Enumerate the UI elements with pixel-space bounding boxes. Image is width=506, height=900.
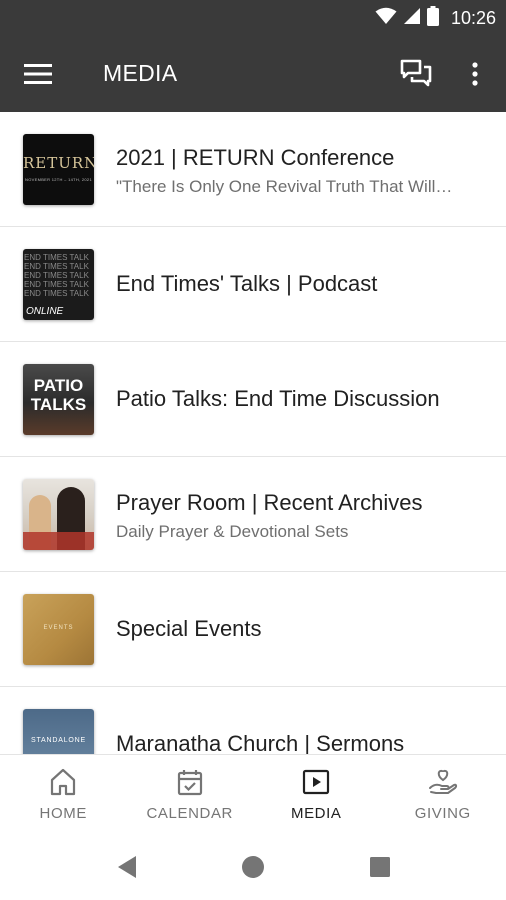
- signal-icon: [403, 7, 421, 30]
- media-item-subtitle: "There Is Only One Revival Truth That Wi…: [116, 177, 453, 196]
- media-item-special-events[interactable]: EVENTS Special Events: [0, 572, 506, 687]
- media-list: RETURN NOVEMBER 12TH – 14TH, 2021 2021 |…: [0, 112, 506, 754]
- tab-giving[interactable]: GIVING: [380, 755, 506, 834]
- page-title: MEDIA: [103, 60, 178, 86]
- tab-label: CALENDAR: [146, 805, 233, 822]
- media-item-title: Prayer Room | Recent Archives: [116, 490, 423, 515]
- home-icon: [48, 767, 78, 797]
- media-item-prayer-room[interactable]: Prayer Room | Recent Archives Daily Pray…: [0, 457, 506, 572]
- tab-label: GIVING: [414, 805, 471, 822]
- status-time: 10:26: [450, 7, 496, 28]
- media-item-title: Maranatha Church | Sermons: [116, 731, 405, 754]
- tab-media[interactable]: MEDIA: [253, 755, 380, 834]
- media-item-maranatha-sermons[interactable]: STANDALONE Maranatha Church | Sermons: [0, 687, 506, 754]
- media-thumbnail: EVENTS: [23, 594, 94, 665]
- media-item-patio-talks[interactable]: PATIO TALKS Patio Talks: End Time Discus…: [0, 342, 506, 457]
- more-vertical-icon: [472, 62, 478, 86]
- back-triangle-icon: [118, 856, 136, 878]
- system-recents-button[interactable]: [367, 854, 393, 880]
- status-bar: 10:26: [0, 0, 506, 36]
- media-thumbnail: END TIMES TALK END TIMES TALK END TIMES …: [23, 249, 94, 320]
- tab-home[interactable]: HOME: [0, 755, 127, 834]
- system-navigation-bar: [0, 834, 506, 900]
- giving-hand-heart-icon: [428, 767, 458, 797]
- wifi-icon: [375, 7, 397, 30]
- media-item-return-conference[interactable]: RETURN NOVEMBER 12TH – 14TH, 2021 2021 |…: [0, 112, 506, 227]
- status-icons: 10:26: [375, 0, 496, 36]
- tab-label: HOME: [39, 805, 87, 822]
- media-item-end-times-talks[interactable]: END TIMES TALK END TIMES TALK END TIMES …: [0, 227, 506, 342]
- more-options-button[interactable]: [462, 56, 488, 92]
- media-play-icon: [301, 767, 331, 797]
- media-thumbnail: STANDALONE: [23, 709, 94, 754]
- tab-label: MEDIA: [290, 805, 342, 822]
- chat-button[interactable]: [396, 56, 436, 92]
- media-item-title: End Times' Talks | Podcast: [116, 271, 378, 296]
- system-home-button[interactable]: [240, 854, 266, 880]
- media-thumbnail: [23, 479, 94, 550]
- bottom-navigation: HOME CALENDAR MEDIA GIVING: [0, 754, 506, 834]
- media-thumbnail: RETURN NOVEMBER 12TH – 14TH, 2021: [23, 134, 94, 205]
- menu-button[interactable]: [20, 58, 56, 90]
- chat-icon: [400, 59, 432, 87]
- media-item-title: 2021 | RETURN Conference: [116, 145, 395, 170]
- system-back-button[interactable]: [114, 854, 140, 880]
- app-bar: MEDIA: [0, 36, 506, 112]
- battery-icon: [426, 5, 439, 31]
- media-item-subtitle: Daily Prayer & Devotional Sets: [116, 522, 349, 541]
- tab-calendar[interactable]: CALENDAR: [127, 755, 254, 834]
- home-circle-icon: [242, 856, 264, 878]
- media-item-title: Patio Talks: End Time Discussion: [116, 386, 440, 411]
- media-item-title: Special Events: [116, 616, 262, 641]
- calendar-icon: [175, 767, 205, 797]
- recents-square-icon: [370, 857, 390, 877]
- media-thumbnail: PATIO TALKS: [23, 364, 94, 435]
- hamburger-menu-icon: [24, 64, 52, 84]
